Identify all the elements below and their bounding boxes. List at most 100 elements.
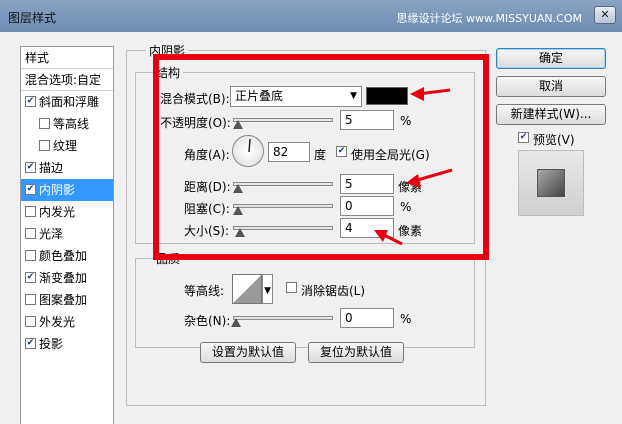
size-input[interactable]: 4 xyxy=(340,218,394,238)
style-item-checkbox[interactable]: ✔ xyxy=(25,162,36,173)
noise-unit: % xyxy=(400,312,412,326)
style-item[interactable]: 内发光 xyxy=(21,201,113,223)
window-title: 图层样式 xyxy=(8,11,57,25)
style-item-checkbox[interactable]: ✔ xyxy=(25,338,36,349)
style-item[interactable]: 外发光 xyxy=(21,311,113,333)
style-item-label: 图案叠加 xyxy=(39,293,88,307)
blend-mode-select[interactable]: 正片叠底 ▼ xyxy=(230,86,362,107)
distance-unit: 像素 xyxy=(398,180,423,194)
global-light-label[interactable]: 使用全局光(G) xyxy=(351,146,430,163)
angle-unit: 度 xyxy=(314,148,327,162)
new-style-button[interactable]: 新建样式(W)... xyxy=(496,104,606,125)
antialias-label[interactable]: 消除锯齿(L) xyxy=(301,282,365,299)
opacity-input[interactable]: 5 xyxy=(340,110,394,130)
watermark: 思缘设计论坛 www.MISSYUAN.COM xyxy=(396,12,582,25)
distance-input[interactable]: 5 xyxy=(340,174,394,194)
style-item-label: 渐变叠加 xyxy=(39,271,88,285)
style-item-checkbox[interactable]: ✔ xyxy=(25,96,36,107)
distance-slider[interactable] xyxy=(233,182,333,186)
style-item[interactable]: 纹理 xyxy=(21,135,113,157)
opacity-slider[interactable] xyxy=(233,118,333,122)
style-item-label: 纹理 xyxy=(53,139,78,153)
style-item[interactable]: 颜色叠加 xyxy=(21,245,113,267)
contour-preview[interactable] xyxy=(232,274,262,304)
cancel-button[interactable]: 取消 xyxy=(496,76,606,97)
antialias-checkbox[interactable] xyxy=(286,282,297,293)
choke-slider-thumb[interactable] xyxy=(233,206,243,215)
noise-input[interactable]: 0 xyxy=(340,308,394,328)
chevron-down-icon: ▼ xyxy=(264,286,271,296)
title-bar: 图层样式 思缘设计论坛 www.MISSYUAN.COM ✕ xyxy=(0,0,622,32)
noise-slider-thumb[interactable] xyxy=(231,318,241,327)
noise-slider[interactable] xyxy=(233,316,333,320)
style-item[interactable]: 等高线 xyxy=(21,113,113,135)
opacity-unit: % xyxy=(400,114,412,128)
opacity-label: 不透明度(O): xyxy=(160,116,231,130)
style-item-checkbox[interactable] xyxy=(25,316,36,327)
style-item-label: 等高线 xyxy=(53,117,90,131)
style-item-label: 投影 xyxy=(39,337,64,351)
angle-input[interactable]: 82 xyxy=(268,142,310,162)
preview-checkbox[interactable]: ✔ xyxy=(518,132,529,143)
opacity-slider-thumb[interactable] xyxy=(233,120,243,129)
quality-title: 品质 xyxy=(153,250,184,267)
style-item-checkbox[interactable] xyxy=(25,250,36,261)
style-item[interactable]: 光泽 xyxy=(21,223,113,245)
global-light-checkbox[interactable]: ✔ xyxy=(336,146,347,157)
dialog-body: 样式 混合选项:自定 ✔ 斜面和浮雕 等高线 纹理 ✔ 描边 ✔ 内阴影 内发光 光泽 颜色叠加 ✔ 渐… xyxy=(0,32,622,424)
angle-dial-needle-icon xyxy=(248,138,251,153)
blend-options-item[interactable]: 混合选项:自定 xyxy=(21,69,113,91)
style-item-checkbox[interactable] xyxy=(39,140,50,151)
chevron-down-icon: ▼ xyxy=(350,91,357,101)
size-unit: 像素 xyxy=(398,224,423,238)
set-default-button[interactable]: 设置为默认值 xyxy=(200,342,296,363)
style-item[interactable]: ✔ 渐变叠加 xyxy=(21,267,113,289)
style-item-label: 内发光 xyxy=(39,205,76,219)
distance-label: 距离(D): xyxy=(184,180,231,194)
contour-dropdown[interactable]: ▼ xyxy=(262,274,273,304)
angle-label: 角度(A): xyxy=(184,148,230,162)
ok-button[interactable]: 确定 xyxy=(496,48,606,69)
style-item-checkbox[interactable]: ✔ xyxy=(25,272,36,283)
style-item-label: 斜面和浮雕 xyxy=(39,95,100,109)
style-item[interactable]: 图案叠加 xyxy=(21,289,113,311)
style-item-label: 颜色叠加 xyxy=(39,249,88,263)
style-item-label: 光泽 xyxy=(39,227,64,241)
contour-label: 等高线: xyxy=(184,284,225,298)
style-item-checkbox[interactable] xyxy=(25,206,36,217)
choke-label: 阻塞(C): xyxy=(184,202,230,216)
style-item[interactable]: ✔ 描边 xyxy=(21,157,113,179)
noise-label: 杂色(N): xyxy=(184,314,231,328)
shadow-color-swatch[interactable] xyxy=(366,87,408,105)
style-item[interactable]: ✔ 内阴影 xyxy=(21,179,113,201)
distance-slider-thumb[interactable] xyxy=(233,184,243,193)
choke-input[interactable]: 0 xyxy=(340,196,394,216)
style-item-checkbox[interactable] xyxy=(25,228,36,239)
style-item[interactable]: ✔ 斜面和浮雕 xyxy=(21,91,113,113)
style-item-label: 外发光 xyxy=(39,315,76,329)
style-item-label: 描边 xyxy=(39,161,64,175)
close-button[interactable]: ✕ xyxy=(594,6,616,24)
style-list: 样式 混合选项:自定 ✔ 斜面和浮雕 等高线 纹理 ✔ 描边 ✔ 内阴影 内发光 光泽 颜色叠加 ✔ 渐… xyxy=(20,46,114,424)
choke-slider[interactable] xyxy=(233,204,333,208)
style-item[interactable]: ✔ 投影 xyxy=(21,333,113,355)
style-item-label: 内阴影 xyxy=(39,183,76,197)
style-list-header[interactable]: 样式 xyxy=(21,47,113,69)
choke-unit: % xyxy=(400,200,412,214)
style-item-checkbox[interactable] xyxy=(25,294,36,305)
size-label: 大小(S): xyxy=(184,224,230,238)
structure-title: 结构 xyxy=(153,64,184,81)
reset-default-button[interactable]: 复位为默认值 xyxy=(308,342,404,363)
inner-shadow-title: 内阴影 xyxy=(146,42,189,59)
style-item-checkbox[interactable] xyxy=(39,118,50,129)
blend-mode-value: 正片叠底 xyxy=(235,89,284,103)
size-slider[interactable] xyxy=(233,226,333,230)
style-item-checkbox[interactable]: ✔ xyxy=(25,184,36,195)
quality-group xyxy=(135,258,475,348)
preview-label[interactable]: 预览(V) xyxy=(533,131,575,148)
preview-thumbnail xyxy=(537,169,565,197)
blend-mode-label: 混合模式(B): xyxy=(160,92,230,106)
size-slider-thumb[interactable] xyxy=(235,228,245,237)
angle-dial[interactable] xyxy=(232,135,264,167)
style-preview xyxy=(518,150,584,216)
